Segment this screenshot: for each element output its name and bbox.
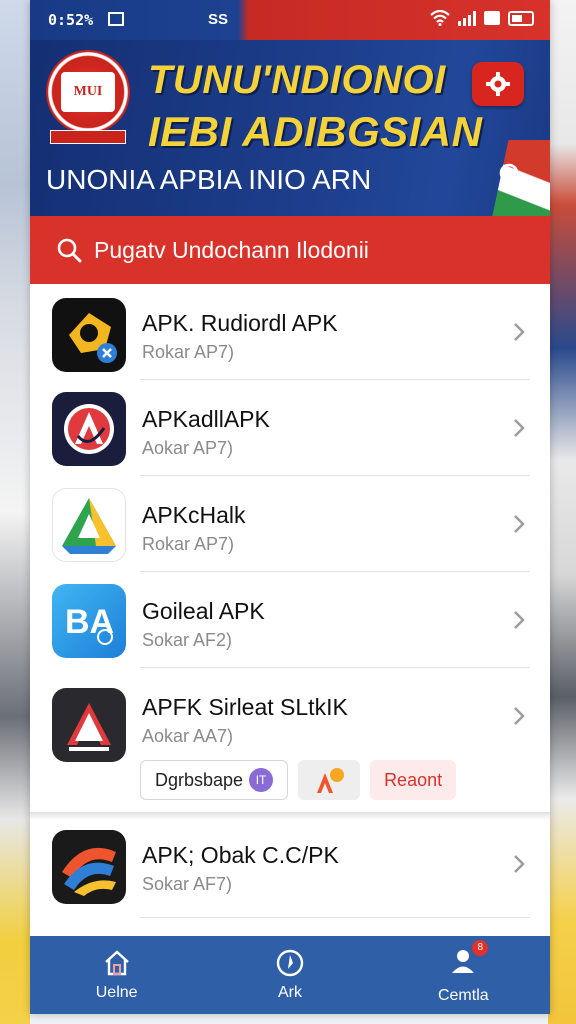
chevron-right-icon <box>514 323 525 341</box>
home-icon <box>104 950 129 976</box>
app-name: APKcHalk <box>142 502 246 528</box>
app-icon <box>52 392 126 466</box>
nav-center-label: Ark <box>277 984 302 1001</box>
app-icon <box>52 830 126 904</box>
status-icons <box>430 10 534 26</box>
app-subtitle: Rokar AP7) <box>142 342 235 362</box>
list-item[interactable]: APK. Rudiordl APK Rokar AP7) <box>30 284 550 380</box>
wifi-icon <box>430 10 450 26</box>
compass-icon <box>276 949 304 977</box>
app-icon <box>52 488 126 562</box>
nav-home[interactable]: Uelne <box>30 936 203 1014</box>
notification-icon <box>484 11 500 25</box>
status-carrier: SS <box>208 11 229 28</box>
drive-triangle-icon <box>62 498 116 554</box>
app-name: APK. Rudiordl APK <box>142 310 338 336</box>
app-name: APK; Obak C.C/PK <box>142 842 339 868</box>
action-chips: Dgrbsbape IT Reaont <box>140 760 457 800</box>
promo-banner[interactable]: MUI TUNU'NDIONOI IEBI ADIBGSIAN UNONIA A… <box>30 40 550 216</box>
list-item[interactable]: APKadllAPK Aokar AP7) <box>30 380 550 476</box>
background-left <box>0 0 30 1024</box>
search-input[interactable]: Pugatv Undochann Ilodonii <box>94 237 369 264</box>
chevron-right-icon <box>514 611 525 629</box>
chip-reaont[interactable]: Reaont <box>370 760 457 800</box>
app-subtitle: Aokar AA7) <box>142 726 234 746</box>
letter-a-icon <box>67 703 111 751</box>
phone-screen: 0:52% SS MUI TUNU'NDIONOI IEBI ADIBGSIAN… <box>30 0 550 1014</box>
chip-icon-button[interactable] <box>298 760 361 800</box>
chevron-right-icon <box>514 515 525 533</box>
swirl-icon <box>62 847 116 896</box>
section-separator <box>30 812 550 820</box>
nav-profile[interactable]: 8 Cemtla <box>377 936 550 1014</box>
banner-title-line1: TUNU'NDIONOI <box>148 58 446 102</box>
app-icon <box>52 298 126 372</box>
chip-dgrbsbape[interactable]: Dgrbsbape IT <box>140 760 289 800</box>
app-icon: BA <box>52 584 126 658</box>
search-icon <box>57 238 82 263</box>
banner-title-line2: IEBI ADIBGSIAN <box>148 108 483 155</box>
list-item[interactable]: APKcHalk Rokar AP7) <box>30 476 550 572</box>
signal-icon <box>458 10 476 26</box>
chevron-right-icon <box>514 419 525 437</box>
status-bar: 0:52% SS <box>30 0 550 40</box>
banner-subtitle: UNONIA APBIA INIO ARN <box>46 164 372 195</box>
background-right <box>548 0 576 1024</box>
list-item[interactable]: APK; Obak C.C/PK Sokar AF7) <box>30 820 550 918</box>
flame-a-icon <box>317 768 345 793</box>
chat-bubble-icon <box>69 313 117 363</box>
image-icon <box>108 12 124 26</box>
notification-badge: 8 <box>472 939 489 956</box>
emblem-logo: MUI <box>46 50 130 134</box>
chip-badge: IT <box>249 768 274 792</box>
list-item[interactable]: BA Goileal APK Sokar AF2) <box>30 572 550 668</box>
nav-center[interactable]: Ark <box>203 936 376 1014</box>
nav-profile-label: Cemtla <box>437 986 489 1004</box>
emblem-logo-text: MUI <box>61 72 115 112</box>
nav-home-label: Uelne <box>95 984 138 1001</box>
app-subtitle: Aokar AP7) <box>142 438 234 458</box>
shield-a-icon <box>64 404 114 454</box>
chevron-right-icon <box>514 855 525 873</box>
alert-badge-icon[interactable] <box>472 62 524 106</box>
status-time: 0:52% <box>48 11 94 29</box>
ba-letters-icon: BA <box>65 603 114 645</box>
gear-icon <box>486 72 510 96</box>
divider <box>140 917 530 918</box>
bottom-navigation: Uelne Ark 8 Cemtla <box>30 936 550 1014</box>
app-subtitle: Sokar AF2) <box>142 630 233 650</box>
app-icon <box>52 688 126 762</box>
app-name: APFK Sirleat SLtkIK <box>142 694 348 720</box>
search-icon[interactable] <box>498 162 524 188</box>
app-subtitle: Rokar AP7) <box>142 534 235 554</box>
app-name: Goileal APK <box>142 598 265 624</box>
chip-label: Dgrbsbape <box>155 769 244 790</box>
app-subtitle: Sokar AF7) <box>142 874 233 894</box>
app-name: APKadllAPK <box>142 406 270 432</box>
emblem-ribbon <box>50 130 126 144</box>
svg-text:BA: BA <box>65 603 114 641</box>
battery-icon <box>508 10 534 26</box>
chevron-right-icon <box>514 707 525 725</box>
search-bar[interactable]: Pugatv Undochann Ilodonii <box>30 216 550 284</box>
